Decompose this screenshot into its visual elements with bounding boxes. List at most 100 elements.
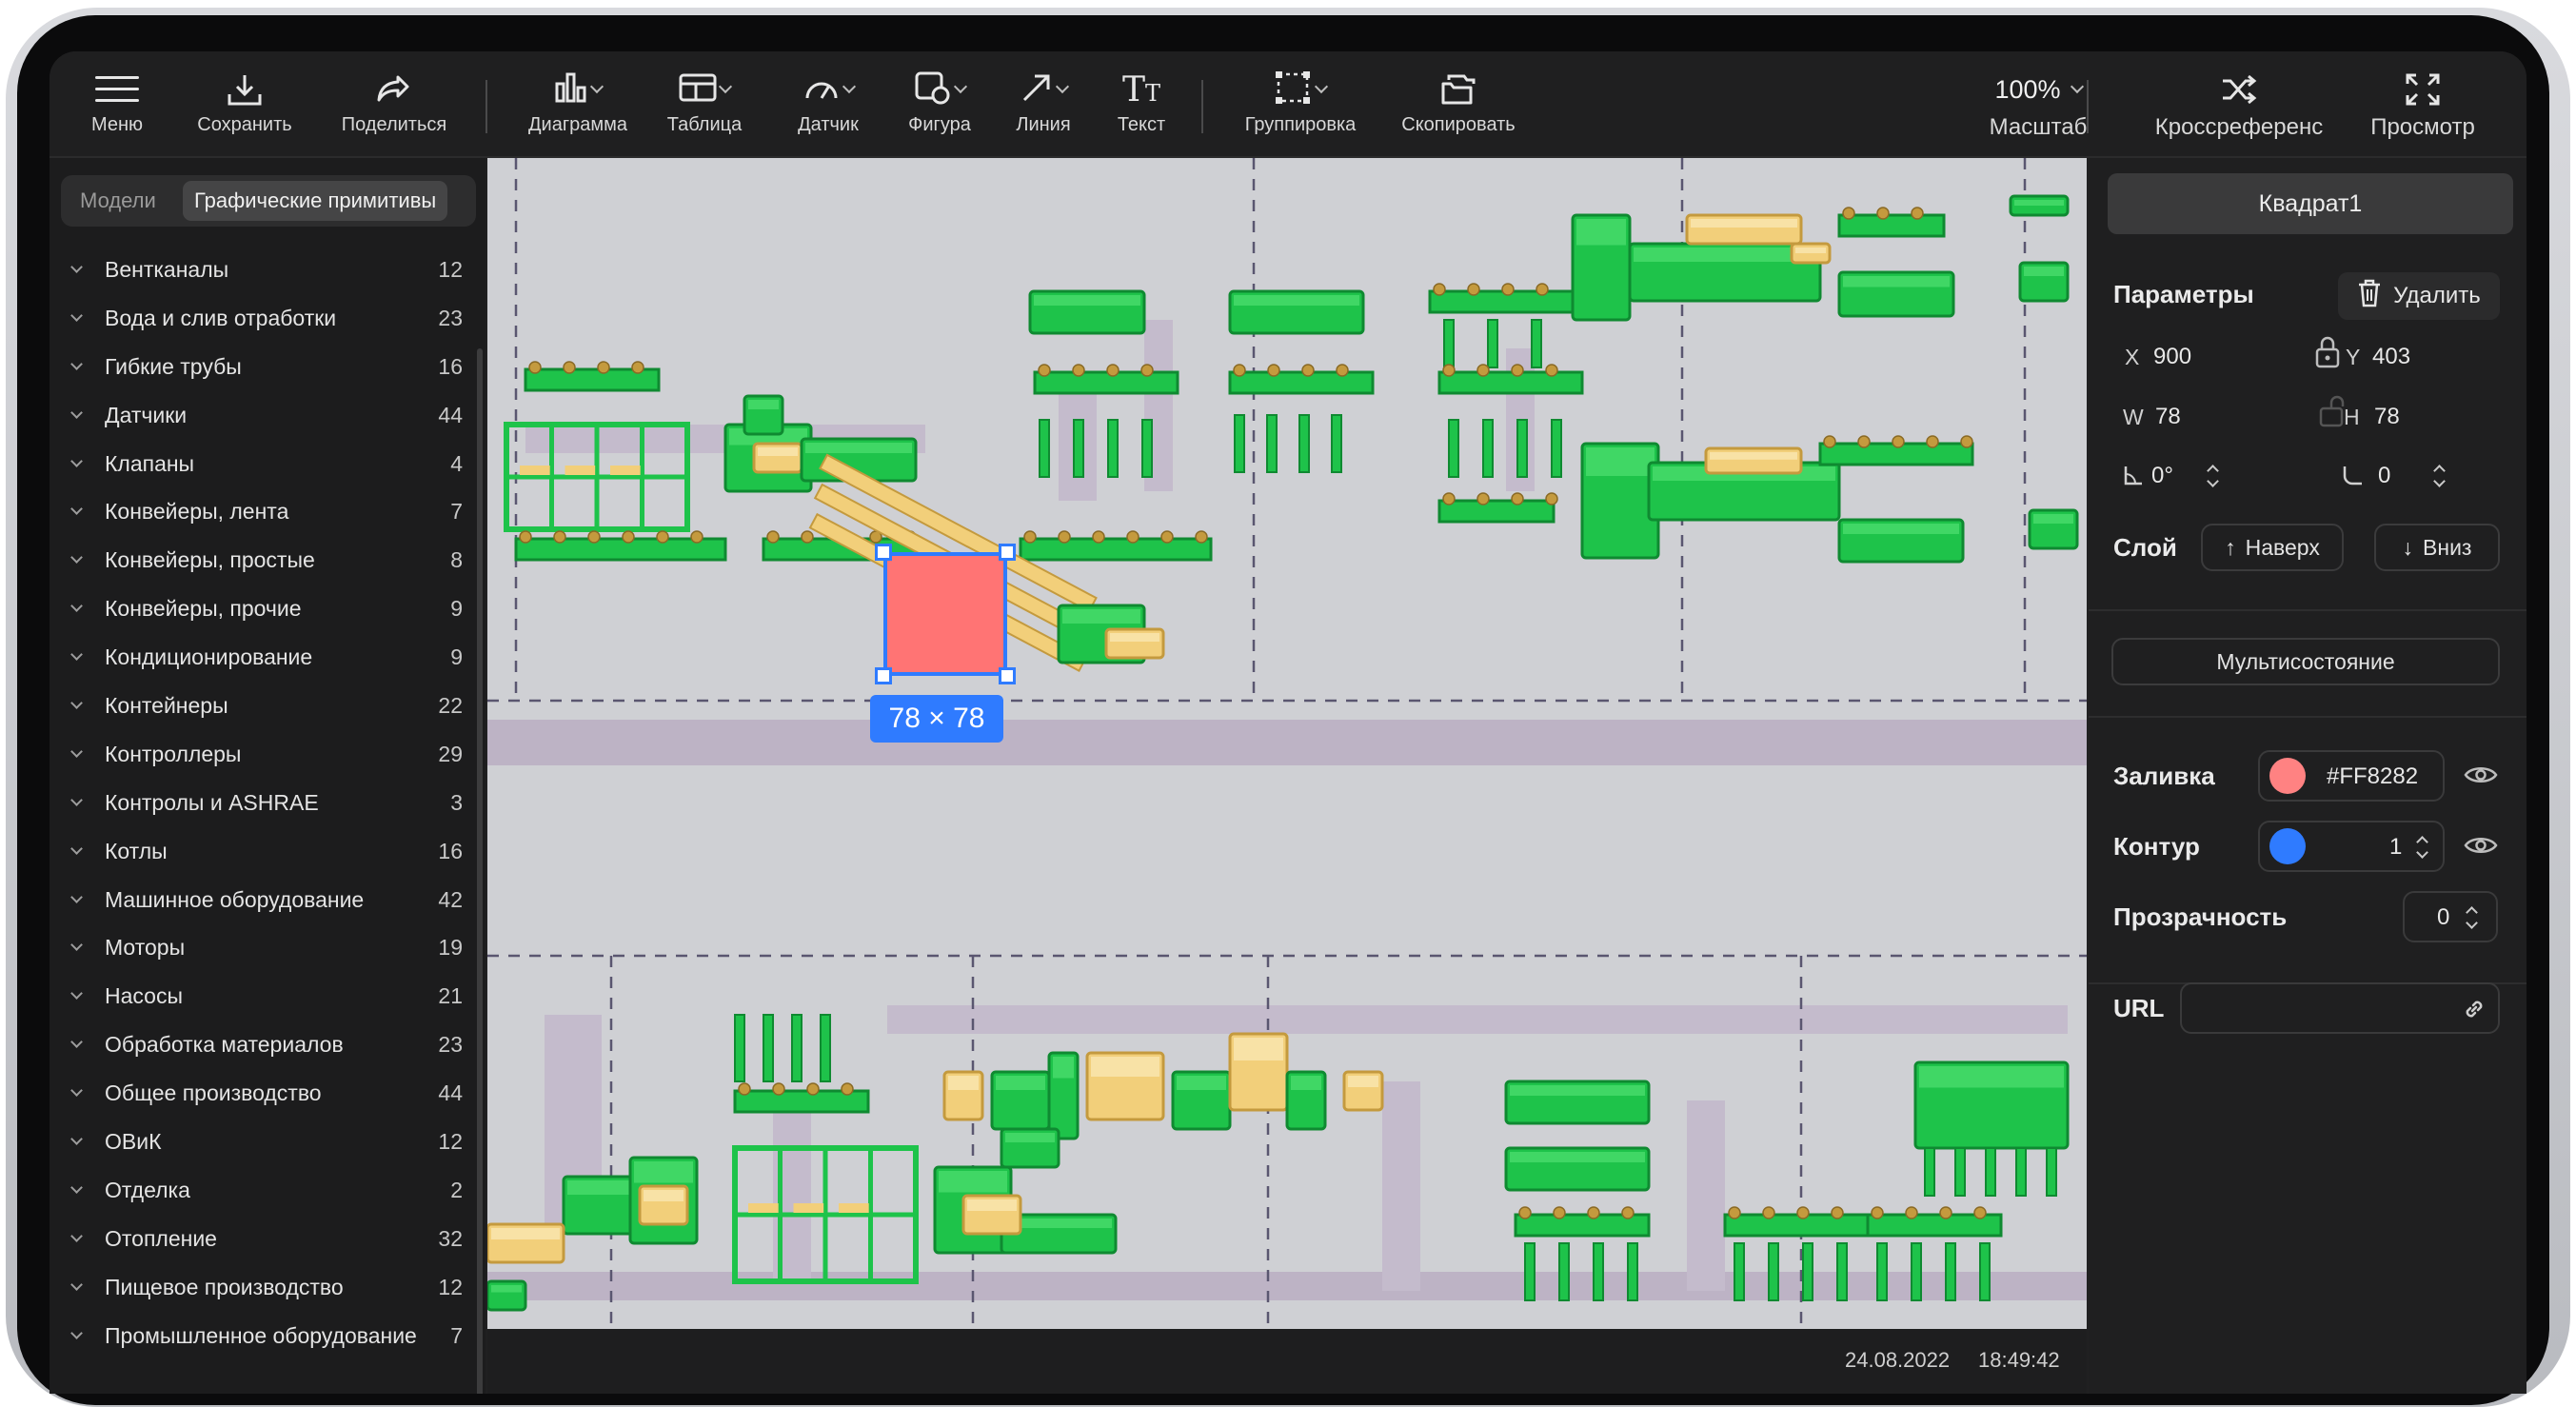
corner-field[interactable]: 0 bbox=[2378, 463, 2390, 489]
chevron-down-icon bbox=[589, 79, 604, 94]
editor-canvas[interactable] bbox=[487, 158, 2087, 1329]
library-scrollbar[interactable] bbox=[477, 348, 483, 1394]
gauge-button[interactable]: Датчик bbox=[783, 69, 874, 145]
category-item[interactable]: Отопление 32 bbox=[50, 1215, 476, 1263]
link-icon[interactable] bbox=[2462, 997, 2487, 1026]
fill-visibility-eye-icon[interactable] bbox=[2464, 763, 2498, 791]
category-item[interactable]: Котлы 16 bbox=[50, 827, 476, 876]
category-item[interactable]: Конвейеры, прочие 9 bbox=[50, 585, 476, 633]
category-item[interactable]: Контроллеры 29 bbox=[50, 730, 476, 779]
category-item[interactable]: Насосы 21 bbox=[50, 972, 476, 1021]
angle-field[interactable]: 0° bbox=[2151, 463, 2173, 489]
chevron-down-icon bbox=[70, 793, 83, 806]
category-item[interactable]: Моторы 19 bbox=[50, 923, 476, 972]
tab-graphic-primitives[interactable]: Графические примитивы bbox=[183, 181, 448, 221]
y-field[interactable]: 403 bbox=[2372, 344, 2410, 370]
menu-label: Меню bbox=[90, 114, 144, 135]
category-name: Моторы bbox=[105, 935, 186, 961]
menu-button[interactable]: Меню bbox=[74, 69, 160, 145]
selected-square[interactable] bbox=[883, 552, 1007, 676]
group-button[interactable]: Группировка bbox=[1234, 69, 1367, 145]
category-name: Кондиционирование bbox=[105, 644, 313, 670]
line-button[interactable]: Линия bbox=[1005, 69, 1081, 145]
share-button[interactable]: Поделиться bbox=[337, 69, 451, 145]
delete-button[interactable]: Удалить bbox=[2338, 272, 2500, 320]
lock-icon[interactable] bbox=[2313, 335, 2342, 374]
fill-title: Заливка bbox=[2113, 762, 2215, 790]
table-button[interactable]: Таблица bbox=[651, 69, 758, 145]
category-item[interactable]: Контейнеры 22 bbox=[50, 682, 476, 730]
angle-stepper[interactable] bbox=[2207, 465, 2218, 487]
copy-button[interactable]: Скопировать bbox=[1392, 69, 1525, 145]
expand-icon bbox=[2405, 69, 2441, 110]
chevron-down-icon bbox=[70, 454, 83, 467]
save-button[interactable]: Сохранить bbox=[190, 69, 299, 145]
shape-button[interactable]: Фигура bbox=[897, 69, 982, 145]
x-label: X bbox=[2125, 345, 2140, 369]
w-field[interactable]: 78 bbox=[2155, 404, 2181, 430]
opacity-stepper[interactable] bbox=[2466, 906, 2477, 929]
resize-handle-top-left[interactable] bbox=[875, 544, 892, 561]
text-button[interactable]: TT Текст bbox=[1106, 69, 1177, 145]
category-item[interactable]: Конвейеры, лента 7 bbox=[50, 487, 476, 536]
category-list: Вентканалы 12 Вода и слив отработки 23 Гибки… bbox=[50, 246, 476, 1359]
object-name[interactable]: Квадрат1 bbox=[2108, 173, 2513, 234]
preview-label: Просмотр bbox=[2370, 114, 2475, 140]
stroke-field[interactable]: 1 bbox=[2258, 821, 2445, 872]
h-label: H bbox=[2344, 405, 2360, 429]
category-count: 21 bbox=[438, 983, 463, 1009]
stroke-width-value: 1 bbox=[2389, 834, 2403, 860]
category-count: 23 bbox=[438, 305, 463, 330]
chevron-down-icon bbox=[70, 261, 83, 273]
chevron-down-icon bbox=[70, 406, 83, 419]
layer-down-button[interactable]: ↓ Вниз bbox=[2374, 524, 2500, 571]
toolbar-divider bbox=[485, 80, 487, 133]
params-title: Параметры bbox=[2113, 280, 2254, 308]
category-item[interactable]: Кондиционирование 9 bbox=[50, 633, 476, 682]
category-item[interactable]: Контролы и ASHRAE 3 bbox=[50, 779, 476, 827]
zoom-control[interactable]: 100% Масштаб bbox=[1976, 69, 2100, 145]
tab-models[interactable]: Модели bbox=[80, 175, 156, 227]
category-count: 3 bbox=[450, 789, 463, 815]
corner-stepper[interactable] bbox=[2433, 465, 2445, 487]
category-item[interactable]: Машинное оборудование 42 bbox=[50, 876, 476, 924]
category-item[interactable]: Клапаны 4 bbox=[50, 440, 476, 488]
fill-color-swatch[interactable] bbox=[2269, 758, 2306, 794]
opacity-field[interactable]: 0 bbox=[2403, 891, 2498, 942]
multistate-button[interactable]: Мультисостояние bbox=[2111, 638, 2500, 685]
category-item[interactable]: Гибкие трубы 16 bbox=[50, 343, 476, 391]
chevron-down-icon bbox=[70, 1133, 83, 1145]
category-item[interactable]: Промышленное оборудование 7 bbox=[50, 1312, 476, 1360]
layer-up-button[interactable]: ↑ Наверх bbox=[2201, 524, 2344, 571]
h-field[interactable]: 78 bbox=[2374, 404, 2400, 430]
category-name: Конвейеры, прочие bbox=[105, 596, 302, 622]
unlock-icon[interactable] bbox=[2317, 394, 2346, 433]
resize-handle-top-right[interactable] bbox=[999, 544, 1016, 561]
delete-label: Удалить bbox=[2393, 283, 2481, 308]
status-time: 18:49:42 bbox=[1978, 1348, 2060, 1372]
category-count: 23 bbox=[438, 1032, 463, 1058]
category-item[interactable]: Пищевое производство 12 bbox=[50, 1263, 476, 1312]
fill-color-field[interactable]: #FF8282 bbox=[2258, 750, 2445, 802]
chart-button[interactable]: Диаграмма bbox=[516, 69, 640, 145]
category-item[interactable]: Конвейеры, простые 8 bbox=[50, 536, 476, 585]
category-item[interactable]: Обработка материалов 23 bbox=[50, 1021, 476, 1069]
category-item[interactable]: Отделка 2 bbox=[50, 1166, 476, 1215]
category-item[interactable]: Датчики 44 bbox=[50, 391, 476, 440]
preview-button[interactable]: Просмотр bbox=[2351, 69, 2494, 145]
crossref-button[interactable]: Кроссреференс bbox=[2125, 69, 2353, 145]
category-name: Клапаны bbox=[105, 450, 195, 476]
category-name: Пищевое производство bbox=[105, 1274, 344, 1299]
category-item[interactable]: Вода и слив отработки 23 bbox=[50, 294, 476, 343]
category-item[interactable]: ОВиК 12 bbox=[50, 1118, 476, 1166]
stroke-width-stepper[interactable] bbox=[2416, 836, 2427, 859]
resize-handle-bottom-right[interactable] bbox=[999, 667, 1016, 684]
chevron-down-icon bbox=[70, 697, 83, 709]
x-field[interactable]: 900 bbox=[2153, 344, 2191, 370]
url-input[interactable] bbox=[2180, 982, 2500, 1034]
stroke-color-swatch[interactable] bbox=[2269, 828, 2306, 864]
category-item[interactable]: Общее производство 44 bbox=[50, 1069, 476, 1118]
resize-handle-bottom-left[interactable] bbox=[875, 667, 892, 684]
category-item[interactable]: Вентканалы 12 bbox=[50, 246, 476, 294]
stroke-visibility-eye-icon[interactable] bbox=[2464, 834, 2498, 862]
